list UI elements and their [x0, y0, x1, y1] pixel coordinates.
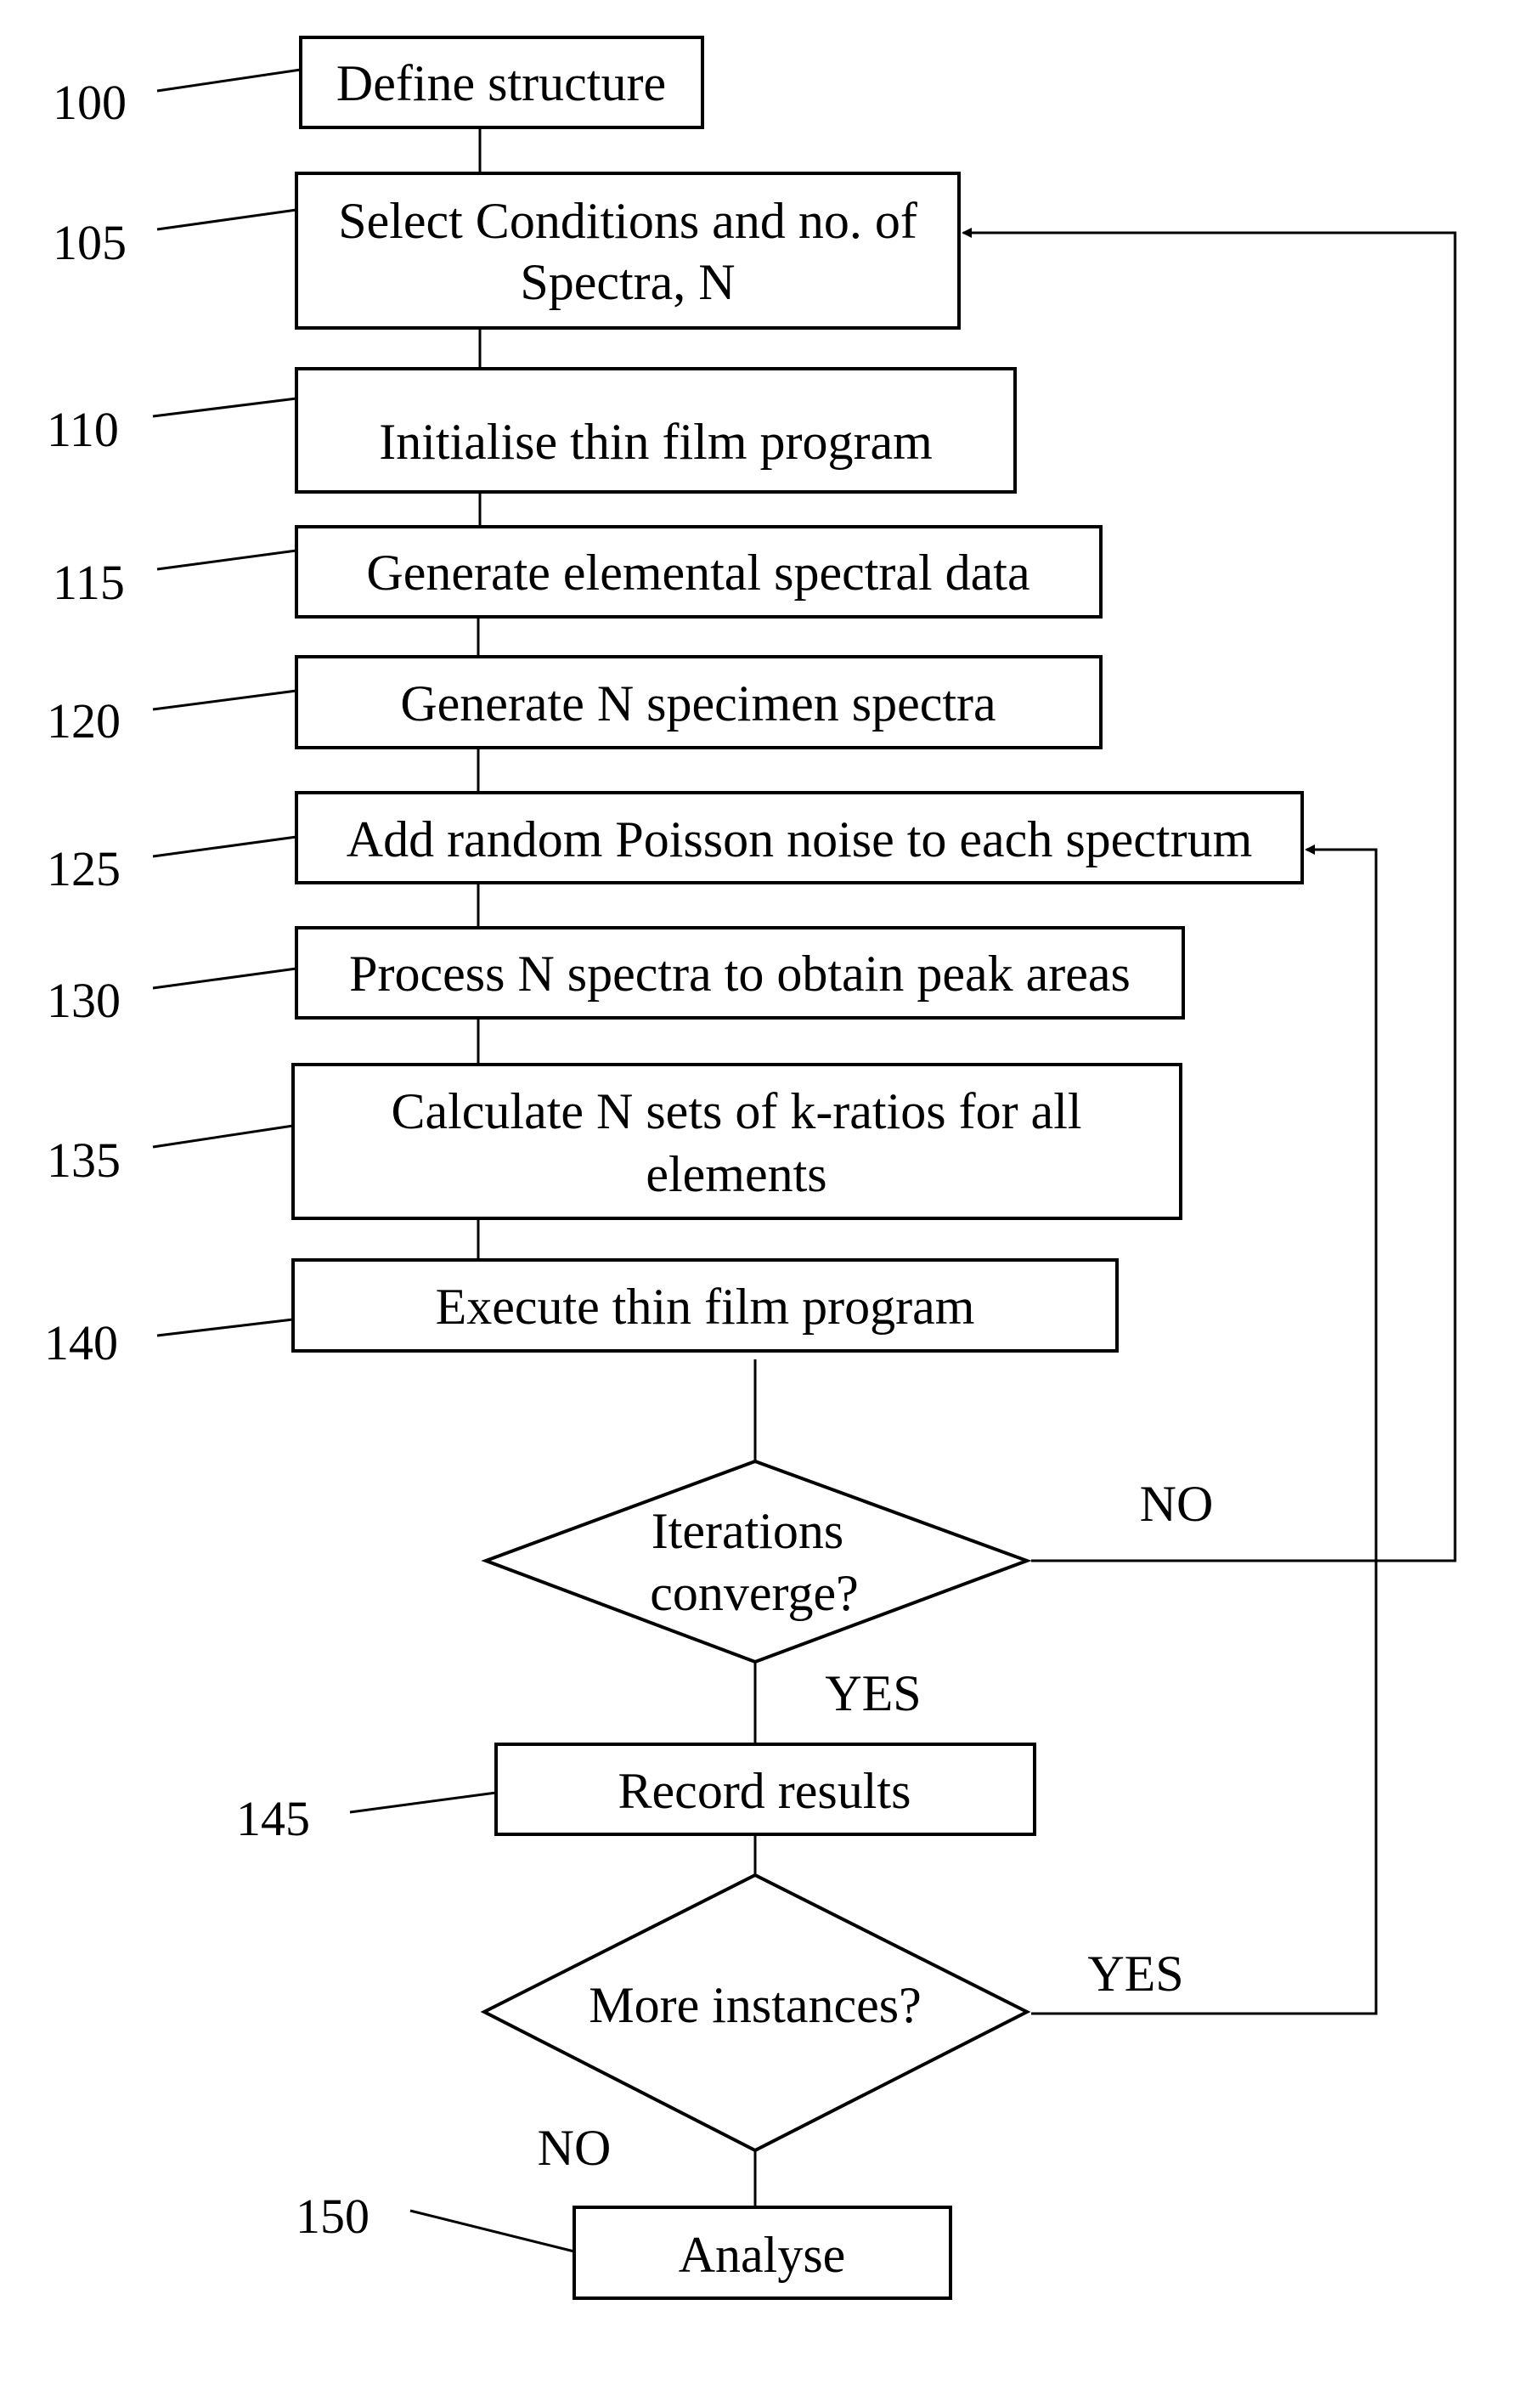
ref-numeral-135: 135 — [47, 1133, 121, 1188]
ref-numeral-110: 110 — [47, 402, 119, 457]
leader-120 — [152, 689, 297, 711]
leader-125 — [152, 835, 297, 858]
ref-numeral-105: 105 — [53, 215, 127, 270]
step-text-100: Define structure — [336, 55, 666, 111]
ref-numeral-125: 125 — [47, 841, 121, 896]
leader-110 — [152, 397, 297, 418]
leader-150 — [409, 2209, 575, 2253]
step-text-135-line1: Calculate N sets of k-ratios for all — [391, 1083, 1081, 1139]
decision-text-more-instances: More instances? — [589, 1977, 922, 2033]
branch-label-instances-no: NO — [538, 2120, 612, 2176]
leader-130 — [152, 967, 297, 990]
step-text-140: Execute thin film program — [436, 1279, 975, 1335]
step-text-145: Record results — [618, 1763, 911, 1819]
decision-text-converge-line1: Iterations — [652, 1503, 844, 1559]
step-text-110: Initialise thin film program — [379, 414, 933, 470]
step-text-120: Generate N specimen spectra — [400, 675, 996, 732]
leader-100 — [156, 68, 302, 93]
leader-140 — [156, 1318, 294, 1337]
leader-105 — [156, 208, 297, 231]
branch-label-converge-no: NO — [1140, 1476, 1214, 1532]
leader-145 — [349, 1791, 497, 1814]
decision-diamond-converge — [481, 1459, 1032, 1664]
leader-135 — [152, 1124, 294, 1149]
decision-text-converge-line2: converge? — [650, 1565, 858, 1621]
ref-numeral-100: 100 — [53, 75, 127, 130]
loop-yes-to-125 — [1031, 845, 1378, 2015]
leader-115 — [156, 549, 297, 571]
ref-numeral-120: 120 — [47, 693, 121, 749]
flowchart: Define structure Select Conditions and n… — [44, 36, 1457, 2300]
step-text-125: Add random Poisson noise to each spectru… — [347, 811, 1253, 867]
ref-numeral-145: 145 — [236, 1791, 310, 1846]
step-text-135-line2: elements — [646, 1146, 826, 1202]
step-text-150: Analyse — [679, 2227, 846, 2283]
step-text-105-line2: Spectra, N — [520, 254, 735, 310]
ref-numeral-130: 130 — [47, 973, 121, 1028]
ref-numeral-140: 140 — [44, 1315, 118, 1370]
step-text-105-line1: Select Conditions and no. of — [338, 193, 917, 249]
step-text-115: Generate elemental spectral data — [366, 545, 1029, 601]
branch-label-instances-yes: YES — [1087, 1946, 1183, 2002]
loop-no-to-105 — [962, 228, 1457, 1562]
ref-numeral-115: 115 — [53, 555, 125, 610]
branch-label-converge-yes: YES — [825, 1665, 921, 1721]
ref-numeral-150: 150 — [296, 2189, 369, 2244]
step-text-130: Process N spectra to obtain peak areas — [349, 946, 1131, 1002]
